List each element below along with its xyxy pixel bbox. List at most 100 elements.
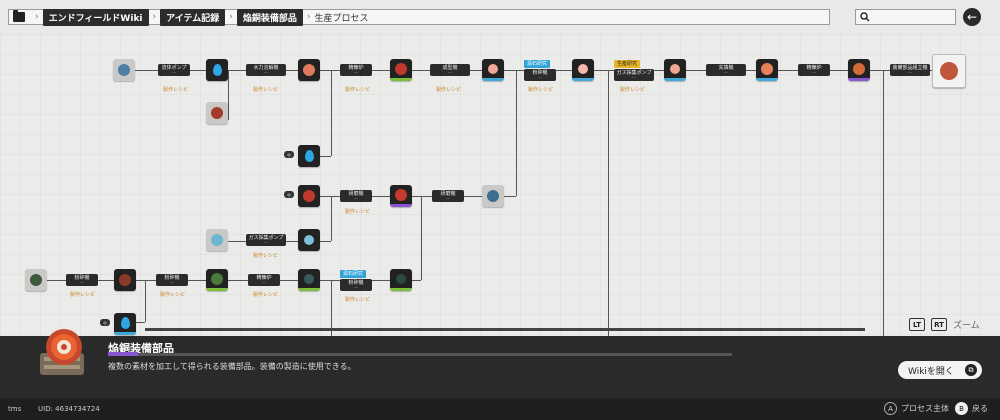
- ingot-icon: [395, 188, 407, 201]
- zoom-out-button[interactable]: LT: [909, 318, 925, 331]
- material-node[interactable]: [298, 145, 320, 167]
- material-node[interactable]: [25, 269, 47, 291]
- recipe-label[interactable]: 製作レシピ: [620, 86, 645, 93]
- recipe-label[interactable]: 製作レシピ: [163, 86, 188, 93]
- recipe-label[interactable]: 製作レシピ: [436, 86, 461, 93]
- part-icon: [853, 62, 865, 75]
- recipe-label[interactable]: 製作レシピ: [345, 208, 370, 215]
- search-icon: [860, 12, 870, 22]
- recipe-label[interactable]: 製作レシピ: [253, 291, 278, 298]
- machine-node[interactable]: 精錬炉 —: [340, 64, 372, 76]
- horizontal-scrollbar[interactable]: [145, 328, 865, 331]
- open-wiki-button[interactable]: Wikiを開く ⧉: [898, 361, 982, 379]
- user-id: UID: 4634734724: [38, 405, 100, 413]
- connector-line: [331, 196, 332, 241]
- external-link-icon: ⧉: [965, 364, 977, 376]
- recipe-label[interactable]: 製作レシピ: [70, 291, 95, 298]
- arrow-left-icon: ←: [966, 10, 978, 24]
- material-node[interactable]: [390, 185, 412, 207]
- recipe-label[interactable]: 製作レシピ: [160, 291, 185, 298]
- machine-node[interactable]: 研磨機 —: [432, 190, 464, 202]
- process-graph[interactable]: 流体ポンプ — 製作レシピ 水力溶解機 — 製作レシピ ◎ 精錬炉 — 製作レシピ 成…: [0, 34, 1000, 336]
- folder-icon[interactable]: [13, 10, 25, 22]
- chevron-right-icon: ›: [152, 12, 157, 22]
- hint-process-main[interactable]: A プロセス主体: [884, 402, 949, 415]
- breadcrumb-item-part[interactable]: 焔銅装備部品: [236, 8, 303, 26]
- connector-line: [608, 70, 609, 336]
- breadcrumb-current: 生産プロセス: [314, 13, 369, 24]
- material-node[interactable]: [113, 59, 135, 81]
- material-node[interactable]: [206, 59, 228, 81]
- breadcrumb: › エンドフィールドWiki › アイテム記録 › 焔銅装備部品 › 生産プロセ…: [8, 8, 830, 26]
- water-drop-icon: [120, 316, 130, 329]
- machine-node[interactable]: 装備部品組立機 —: [890, 64, 930, 76]
- target-item-node[interactable]: [932, 54, 966, 88]
- ore-icon: [303, 190, 315, 202]
- powder-icon: [396, 273, 406, 284]
- machine-node[interactable]: ガス採集ポンプ —: [614, 69, 654, 81]
- material-node[interactable]: [298, 185, 320, 207]
- material-node[interactable]: [114, 269, 136, 291]
- recipe-label[interactable]: 製作レシピ: [253, 86, 278, 93]
- machine-node[interactable]: ガス採集ポンプ —: [246, 234, 286, 246]
- connector-line: [228, 70, 229, 120]
- material-node[interactable]: [482, 185, 504, 207]
- powder-icon: [304, 273, 314, 284]
- equipment-part-image: [40, 329, 84, 375]
- material-node[interactable]: [206, 229, 228, 251]
- open-wiki-label: Wikiを開く: [908, 366, 954, 377]
- machine-node[interactable]: 粉砕機 —: [340, 279, 372, 291]
- recipe-label[interactable]: 製作レシピ: [345, 86, 370, 93]
- machine-node[interactable]: 成型機 —: [430, 64, 470, 76]
- rarity-indicator: [108, 352, 138, 356]
- machine-node[interactable]: 水力溶解機 —: [246, 64, 286, 76]
- machine-node[interactable]: 流体ポンプ —: [158, 64, 190, 76]
- recipe-label[interactable]: 製作レシピ: [528, 86, 553, 93]
- breadcrumb-item-records[interactable]: アイテム記録: [160, 8, 226, 26]
- powder-icon: [670, 63, 680, 74]
- material-node[interactable]: [206, 102, 228, 124]
- machine-node[interactable]: 充填機 —: [706, 64, 746, 76]
- back-button[interactable]: ←: [963, 8, 981, 26]
- material-node[interactable]: [298, 229, 320, 251]
- material-node[interactable]: [206, 269, 228, 291]
- research-tag: 生産研究: [614, 60, 641, 68]
- material-node[interactable]: [848, 59, 870, 81]
- water-drop-icon: [212, 64, 222, 76]
- material-node[interactable]: [390, 269, 412, 291]
- hint-label: 戻る: [972, 404, 988, 413]
- material-node[interactable]: [572, 59, 594, 81]
- hint-back[interactable]: B 戻る: [955, 402, 988, 415]
- machine-node[interactable]: 精錬炉 —: [248, 274, 280, 286]
- material-node[interactable]: [664, 59, 686, 81]
- count-badge: ◎: [100, 319, 110, 326]
- footer-bar: tms UID: 4634734724 A プロセス主体 B 戻る: [0, 398, 1000, 420]
- material-node[interactable]: [298, 59, 320, 81]
- plant-icon: [211, 272, 223, 285]
- connector-line: [516, 70, 517, 196]
- machine-node[interactable]: 粉砕機 —: [524, 69, 556, 81]
- machine-node[interactable]: 粉砕機 —: [66, 274, 98, 286]
- count-badge: ◎: [284, 151, 294, 158]
- connector-line: [145, 280, 146, 322]
- material-node[interactable]: [756, 59, 778, 81]
- breadcrumb-item-wiki[interactable]: エンドフィールドWiki: [42, 8, 149, 26]
- recipe-label[interactable]: 製作レシピ: [253, 252, 278, 259]
- connector-line: [331, 70, 332, 156]
- material-node[interactable]: [298, 269, 320, 291]
- zoom-in-button[interactable]: RT: [931, 318, 947, 331]
- water-drop-icon: [304, 150, 314, 162]
- material-node[interactable]: [390, 59, 412, 81]
- rarity-bar: [108, 353, 732, 356]
- material-node[interactable]: [482, 59, 504, 81]
- crystal-icon: [118, 64, 130, 76]
- machine-node[interactable]: 精錬炉 —: [798, 64, 830, 76]
- search-input[interactable]: [855, 9, 956, 25]
- machine-node[interactable]: 粉砕機 —: [156, 274, 188, 286]
- machine-node[interactable]: 研磨機 —: [340, 190, 372, 202]
- recipe-label[interactable]: 製作レシピ: [345, 296, 370, 303]
- gas-icon: [304, 235, 314, 245]
- connector-line: [421, 196, 422, 280]
- material-node[interactable]: [114, 313, 136, 335]
- research-tag: 源石研究: [524, 60, 551, 68]
